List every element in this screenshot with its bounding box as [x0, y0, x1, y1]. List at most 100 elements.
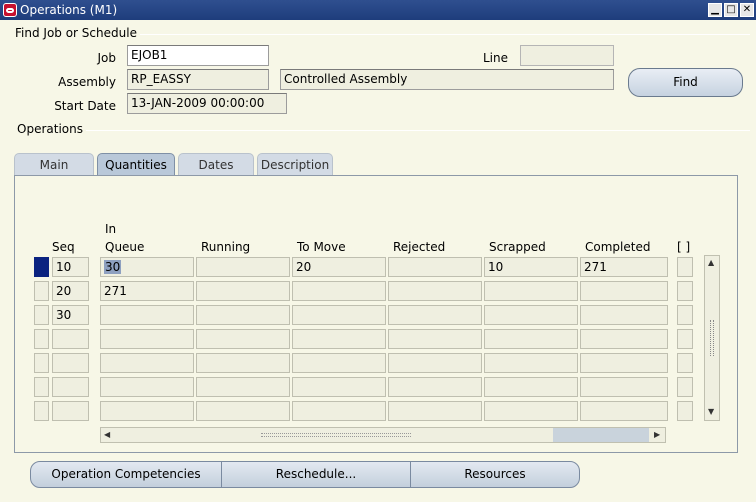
grid-cell-to-move[interactable]: 20 — [292, 257, 386, 277]
line-label: Line — [482, 51, 508, 65]
grid-cell-completed[interactable]: 271 — [580, 257, 668, 277]
grid-cell-flex[interactable] — [677, 329, 693, 349]
grid-cell-flex[interactable] — [677, 281, 693, 301]
job-value: EJOB1 — [131, 48, 168, 62]
grid-cell-seq[interactable]: 30 — [52, 305, 89, 325]
job-field[interactable]: EJOB1 — [127, 45, 269, 66]
scroll-up-icon[interactable]: ▲ — [708, 258, 714, 267]
grid-cell-to-move[interactable] — [292, 329, 386, 349]
grid-cell-rejected[interactable] — [388, 305, 482, 325]
reschedule-button[interactable]: Reschedule... — [221, 461, 411, 488]
grid-cell-to-move[interactable] — [292, 353, 386, 373]
tab-quantities[interactable]: Quantities — [97, 153, 175, 175]
grid-cell-to-move[interactable] — [292, 281, 386, 301]
grid-cell-running[interactable] — [196, 377, 290, 397]
grid-cell-to-move[interactable] — [292, 401, 386, 421]
grid-cell-rejected[interactable] — [388, 401, 482, 421]
hscroll-thumb[interactable] — [553, 428, 649, 442]
grid-cell-running[interactable] — [196, 353, 290, 373]
grid-cell-flex[interactable] — [677, 305, 693, 325]
grid-cell-scrapped[interactable] — [484, 353, 578, 373]
assembly-field[interactable]: RP_EASSY — [127, 69, 269, 90]
cell-value: 20 — [296, 260, 312, 274]
grid-cell-rejected[interactable] — [388, 257, 482, 277]
scroll-left-icon[interactable]: ◀ — [104, 430, 110, 439]
grid-cell-seq[interactable] — [52, 377, 89, 397]
scroll-down-icon[interactable]: ▼ — [708, 407, 714, 416]
cell-value: 30 — [56, 308, 72, 322]
tab-main[interactable]: Main — [14, 153, 94, 175]
row-selector[interactable] — [34, 281, 49, 301]
grid-cell-to-move[interactable] — [292, 305, 386, 325]
grid-cell-scrapped[interactable] — [484, 401, 578, 421]
grid-cell-running[interactable] — [196, 401, 290, 421]
grid-cell-in-queue[interactable] — [100, 305, 194, 325]
grid-cell-rejected[interactable] — [388, 329, 482, 349]
grid-cell-scrapped[interactable] — [484, 377, 578, 397]
scroll-right-icon[interactable]: ▶ — [654, 430, 660, 439]
maximize-icon[interactable]: □ — [724, 3, 738, 17]
col-header-to-move: To Move — [297, 240, 346, 254]
grid-cell-scrapped[interactable] — [484, 329, 578, 349]
row-selector[interactable] — [34, 353, 49, 373]
grid-cell-completed[interactable] — [580, 281, 668, 301]
grid-cell-in-queue[interactable] — [100, 353, 194, 373]
row-selector[interactable] — [34, 401, 49, 421]
find-button[interactable]: Find — [628, 68, 743, 97]
grid-cell-running[interactable] — [196, 257, 290, 277]
grid-cell-completed[interactable] — [580, 401, 668, 421]
row-selector[interactable] — [34, 305, 49, 325]
grid-cell-seq[interactable]: 10 — [52, 257, 89, 277]
tab-description[interactable]: Description — [257, 153, 333, 175]
col-header-flex: [ ] — [677, 240, 691, 254]
grid-cell-scrapped[interactable] — [484, 281, 578, 301]
grid-cell-flex[interactable] — [677, 353, 693, 373]
assembly-label: Assembly — [58, 75, 116, 89]
grid-cell-running[interactable] — [196, 329, 290, 349]
job-label: Job — [97, 51, 117, 65]
grid-cell-in-queue[interactable]: 271 — [100, 281, 194, 301]
grid-cell-to-move[interactable] — [292, 377, 386, 397]
row-selector[interactable] — [34, 377, 49, 397]
grid-cell-seq[interactable]: 20 — [52, 281, 89, 301]
grid-cell-completed[interactable] — [580, 305, 668, 325]
grid-cell-in-queue[interactable] — [100, 377, 194, 397]
start-date-value: 13-JAN-2009 00:00:00 — [131, 96, 265, 110]
find-section-heading: Find Job or Schedule — [15, 26, 137, 40]
grid-cell-completed[interactable] — [580, 329, 668, 349]
start-date-field[interactable]: 13-JAN-2009 00:00:00 — [127, 93, 287, 114]
grid-cell-rejected[interactable] — [388, 353, 482, 373]
operation-competencies-button[interactable]: Operation Competencies — [30, 461, 222, 488]
oracle-logo-icon — [3, 3, 17, 17]
grid-cell-scrapped[interactable]: 10 — [484, 257, 578, 277]
grid-cell-rejected[interactable] — [388, 377, 482, 397]
grid-cell-seq[interactable] — [52, 401, 89, 421]
grid-cell-completed[interactable] — [580, 377, 668, 397]
close-icon[interactable]: ✕ — [740, 3, 754, 17]
grid-cell-in-queue[interactable] — [100, 401, 194, 421]
horizontal-scrollbar[interactable]: ◀ ▶ — [100, 427, 666, 443]
row-selector[interactable] — [34, 329, 49, 349]
grid-cell-rejected[interactable] — [388, 281, 482, 301]
grid-cell-in-queue[interactable] — [100, 329, 194, 349]
col-header-running: Running — [201, 240, 251, 254]
minimize-icon[interactable]: ▁ — [708, 3, 722, 17]
grid-cell-scrapped[interactable] — [484, 305, 578, 325]
assembly-value: RP_EASSY — [131, 72, 191, 86]
grid-cell-in-queue[interactable]: 30 — [100, 257, 194, 277]
grid-cell-flex[interactable] — [677, 257, 693, 277]
grid-cell-seq[interactable] — [52, 329, 89, 349]
line-field[interactable] — [520, 45, 614, 66]
tab-dates[interactable]: Dates — [178, 153, 254, 175]
row-selector[interactable] — [34, 257, 49, 277]
col-header-rejected: Rejected — [393, 240, 446, 254]
vertical-scrollbar[interactable]: ▲ ▼ — [704, 255, 720, 421]
grid-cell-flex[interactable] — [677, 401, 693, 421]
hscroll-grip-icon — [261, 433, 411, 437]
grid-cell-running[interactable] — [196, 281, 290, 301]
grid-cell-flex[interactable] — [677, 377, 693, 397]
grid-cell-seq[interactable] — [52, 353, 89, 373]
resources-button[interactable]: Resources — [410, 461, 580, 488]
grid-cell-completed[interactable] — [580, 353, 668, 373]
grid-cell-running[interactable] — [196, 305, 290, 325]
